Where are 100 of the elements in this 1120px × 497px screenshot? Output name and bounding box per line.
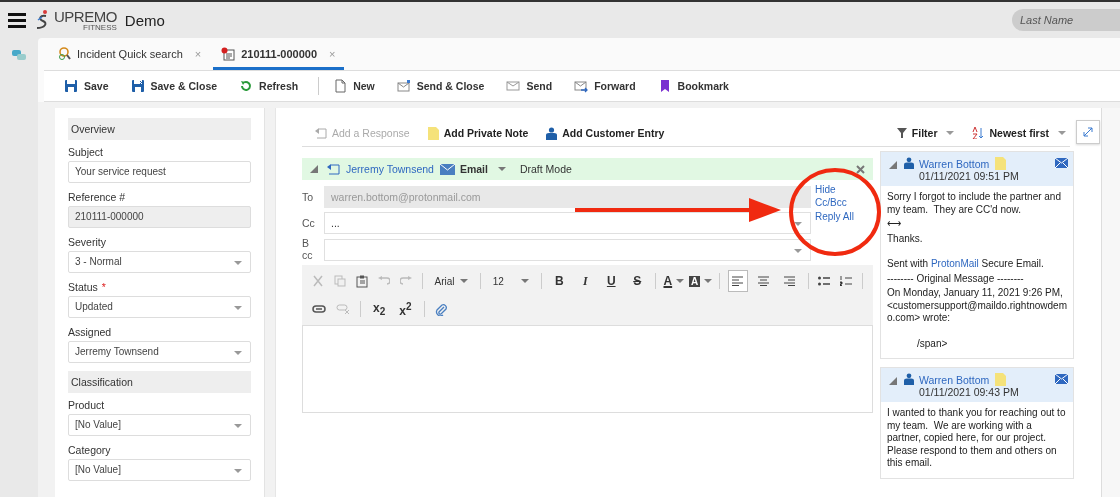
dropdown[interactable]: Updated <box>68 296 251 318</box>
close-icon[interactable] <box>856 164 865 174</box>
link-icon[interactable] <box>312 305 326 314</box>
action-button[interactable]: Add Private Note <box>423 126 533 140</box>
format-button[interactable]: U <box>601 270 622 293</box>
toolbar-button[interactable]: Refresh <box>233 79 305 93</box>
action-button[interactable]: Add Customer Entry <box>542 126 669 140</box>
dropdown[interactable]: [No Value] <box>68 459 251 481</box>
field-label: Product <box>68 399 105 411</box>
envelope-icon <box>396 79 411 93</box>
document-icon <box>333 79 348 93</box>
message-text: -------- Original Message -------- <box>887 272 1025 285</box>
link[interactable]: ProtonMail <box>930 258 979 269</box>
required-marker: * <box>101 281 106 293</box>
chat-icon[interactable] <box>12 50 26 62</box>
dropdown[interactable]: Jerremy Townsend <box>68 341 251 363</box>
to-field: warren.bottom@protonmail.com <box>324 186 811 208</box>
toolbar-button[interactable]: New <box>327 79 381 93</box>
format-button[interactable]: I <box>575 270 596 293</box>
person-icon <box>546 126 558 140</box>
script-button[interactable]: x$^{2}$ <box>395 298 416 321</box>
toolbar-button[interactable]: Save & Close <box>124 79 224 93</box>
field-label: To <box>302 191 315 203</box>
brand-name: UPREMO <box>54 8 117 24</box>
message-text: Sent with ProtonMail Secure Email. <box>887 258 1045 271</box>
brand-subtitle: FITNESS <box>83 23 117 32</box>
format-button[interactable]: S <box>627 270 648 293</box>
align-button[interactable] <box>727 270 748 293</box>
message-text: Sorry I forgot to include the partner and my team. They are CC'd now. <box>887 191 1062 216</box>
unlink-icon[interactable] <box>336 304 350 315</box>
dropdown[interactable]: 3 - Normal <box>68 251 251 273</box>
field-label: Severity <box>68 236 106 248</box>
paste-icon[interactable] <box>356 274 368 288</box>
toolbar-button[interactable]: Save <box>58 79 115 93</box>
author-link[interactable]: Warren Bottom <box>919 157 990 170</box>
timestamp: 01/11/2021 09:43 PM <box>919 386 1020 398</box>
channel-dropdown[interactable]: Email <box>459 163 488 175</box>
dropdown[interactable]: [No Value] <box>68 414 251 436</box>
note-icon <box>427 126 439 140</box>
expand-button[interactable] <box>1076 120 1100 144</box>
reply-icon <box>326 163 340 175</box>
person-icon <box>904 373 914 385</box>
toolbar-button[interactable]: Send & Close <box>390 79 491 93</box>
menu-icon[interactable] <box>8 12 26 28</box>
collapse-icon[interactable] <box>310 165 318 173</box>
color-button[interactable]: A <box>663 270 684 293</box>
toolbar-button[interactable]: Bookmark <box>651 79 735 93</box>
link[interactable]: Reply All <box>815 211 859 224</box>
search-field[interactable]: Last Name <box>1012 9 1120 31</box>
script-button[interactable]: x$_{2}$ <box>369 298 390 321</box>
font-dropdown[interactable]: Arial <box>430 275 473 287</box>
toolbar-button[interactable]: Send <box>500 79 559 93</box>
paperclip-icon[interactable] <box>434 302 447 316</box>
scrollbar[interactable] <box>1101 108 1120 497</box>
message-text: On Monday, January 11, 2021 9:26 PM, <customersupport@maildo.rightnowdemo.com> wrote: <box>887 287 1068 325</box>
field-label: Category <box>68 444 111 456</box>
draft-mode-label: Draft Mode <box>519 163 572 175</box>
sort-icon <box>972 127 985 139</box>
align-right-icon <box>784 276 796 287</box>
link[interactable]: Hide Cc/Bcc <box>815 184 859 209</box>
field-label: Subject <box>68 146 104 158</box>
section-header: Classification <box>68 371 251 393</box>
message-text: ⟷ <box>887 218 902 231</box>
tab-label: Incident Quick search <box>77 47 183 60</box>
app-title: Demo <box>124 11 165 29</box>
author-link[interactable]: Jerremy Townsend <box>346 163 434 175</box>
runner-logo-icon <box>36 9 50 31</box>
undo-icon[interactable] <box>378 276 390 287</box>
align-left-icon <box>732 276 744 287</box>
filter-icon <box>896 128 907 138</box>
bcc-field[interactable] <box>324 238 811 261</box>
bullet-list-icon[interactable] <box>818 276 831 287</box>
copy-icon[interactable] <box>334 275 346 288</box>
numbered-list-icon[interactable] <box>840 276 853 287</box>
envelope-icon <box>506 79 521 93</box>
envelope-icon <box>1055 374 1068 384</box>
reply-icon <box>314 127 327 139</box>
filter-button[interactable]: Filter <box>892 127 959 139</box>
field-label: Cc <box>302 217 316 229</box>
tab-label: 210111-000000 <box>241 47 318 60</box>
redo-icon[interactable] <box>400 276 412 287</box>
cut-icon[interactable] <box>312 275 324 288</box>
note-icon <box>995 373 1007 386</box>
text-field[interactable]: Your service request <box>68 161 251 183</box>
message-editor[interactable] <box>302 325 873 414</box>
field-label: Reference # <box>68 191 126 203</box>
section-header: Overview <box>68 118 251 140</box>
sort-button[interactable]: Newest first <box>968 127 1070 139</box>
color-button[interactable]: A <box>689 270 712 293</box>
author-link[interactable]: Warren Bottom <box>919 373 990 386</box>
expand-icon <box>1083 127 1093 137</box>
readonly-field: 210111-000000 <box>68 206 251 228</box>
font-size-dropdown[interactable]: 12 <box>488 275 533 287</box>
field-label: Bcc <box>302 238 314 262</box>
field-label: Status <box>68 281 98 293</box>
toolbar-button[interactable]: Forward <box>568 79 642 93</box>
tab[interactable]: Incident Quick search × <box>50 40 210 70</box>
message-text: /span> <box>916 337 949 350</box>
refresh-icon <box>239 79 254 93</box>
format-button[interactable]: B <box>549 270 570 293</box>
